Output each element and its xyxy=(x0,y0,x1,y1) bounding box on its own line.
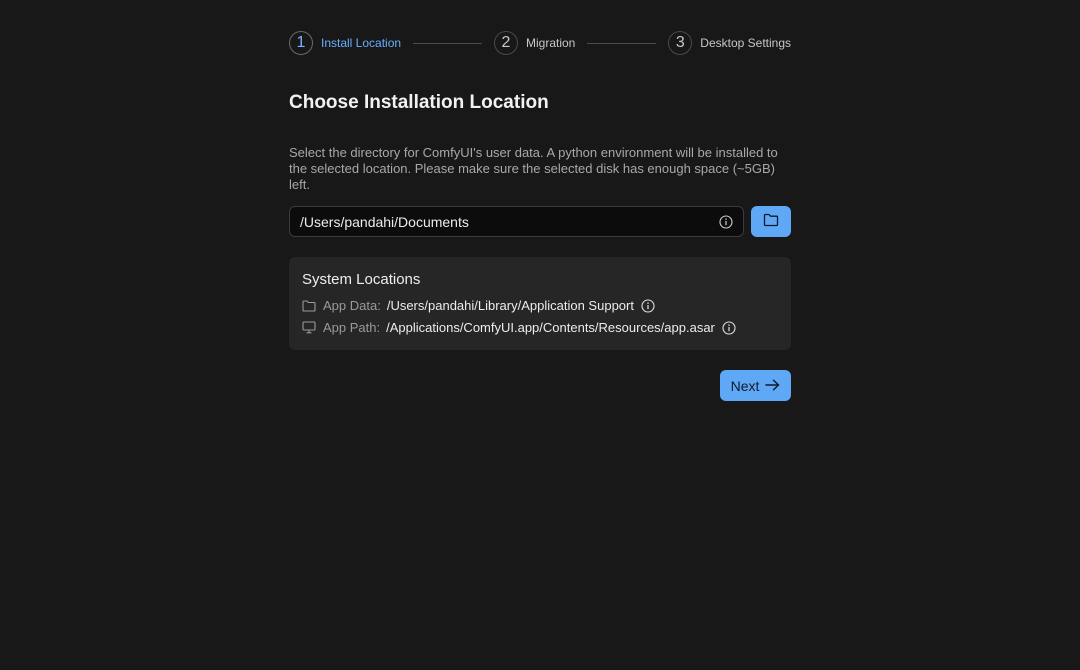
install-path-field xyxy=(289,206,744,237)
info-circle-icon[interactable] xyxy=(641,298,655,313)
step-install-location[interactable]: 1 Install Location xyxy=(289,31,401,55)
installer-page: 1 Install Location 2 Migration 3 Desktop… xyxy=(0,0,1080,670)
app-path-row: App Path: /Applications/ComfyUI.app/Cont… xyxy=(302,320,736,335)
app-path-label: App Path: xyxy=(323,320,381,335)
stepper: 1 Install Location 2 Migration 3 Desktop… xyxy=(289,30,791,56)
page-description: Select the directory for ComfyUI's user … xyxy=(289,145,778,192)
info-circle-icon[interactable] xyxy=(718,214,734,230)
step-label: Desktop Settings xyxy=(700,36,792,50)
system-locations-title: System Locations xyxy=(302,271,421,288)
step-number: 3 xyxy=(668,31,693,55)
browse-folder-button[interactable] xyxy=(751,206,791,237)
app-data-row: App Data: /Users/pandahi/Library/Applica… xyxy=(302,298,655,313)
monitor-icon xyxy=(302,321,316,335)
arrow-right-icon xyxy=(765,378,780,394)
system-locations-panel: System Locations App Data: /Users/pandah… xyxy=(289,257,791,350)
info-circle-icon[interactable] xyxy=(722,320,736,335)
step-desktop-settings[interactable]: 3 Desktop Settings xyxy=(668,31,791,55)
step-label: Migration xyxy=(526,36,576,50)
step-connector xyxy=(587,42,657,44)
step-migration[interactable]: 2 Migration xyxy=(494,31,575,55)
app-data-value: /Users/pandahi/Library/Application Suppo… xyxy=(386,298,634,313)
next-button-label: Next xyxy=(730,377,760,394)
step-number: 1 xyxy=(289,31,313,55)
step-label: Install Location xyxy=(321,36,402,50)
folder-icon xyxy=(302,299,316,313)
install-path-input[interactable] xyxy=(290,207,718,236)
app-data-label: App Data: xyxy=(323,298,381,313)
folder-icon xyxy=(763,213,779,230)
page-title: Choose Installation Location xyxy=(289,92,549,113)
app-path-value: /Applications/ComfyUI.app/Contents/Resou… xyxy=(386,320,715,335)
next-button[interactable]: Next xyxy=(720,370,791,401)
step-connector xyxy=(413,42,482,44)
step-number: 2 xyxy=(494,31,518,55)
